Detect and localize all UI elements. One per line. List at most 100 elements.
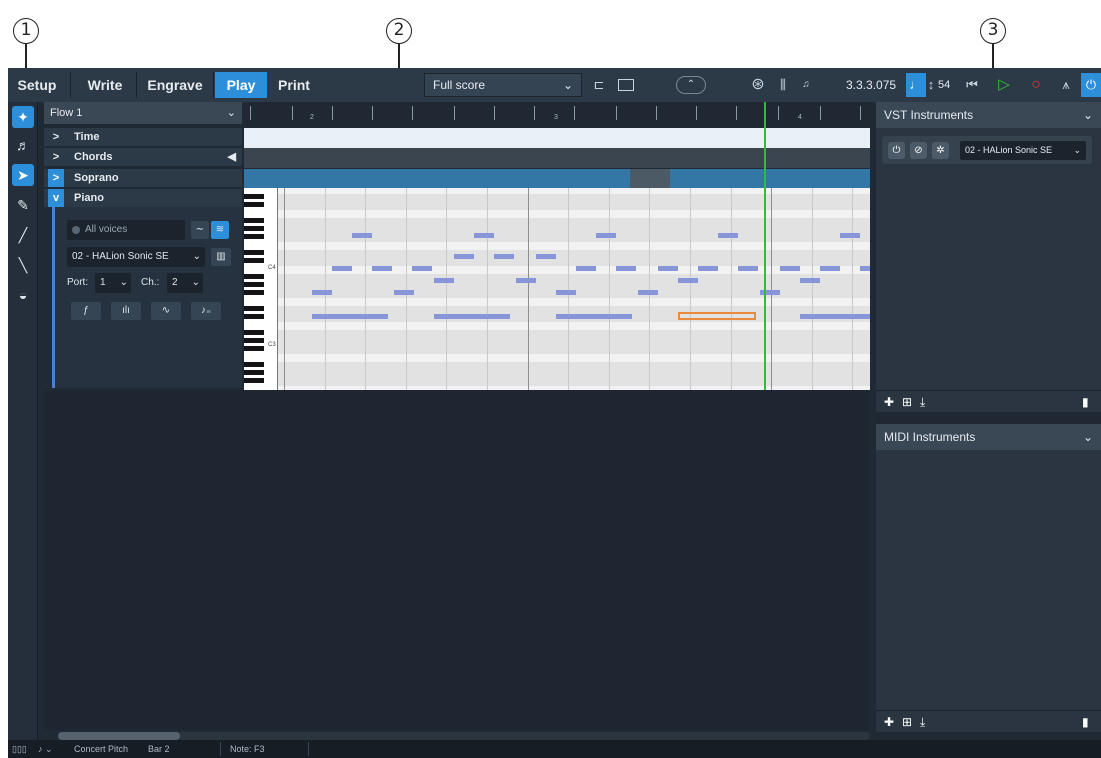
expand-arrow-icon[interactable]: v xyxy=(48,189,64,207)
wave-icon[interactable]: ≋ xyxy=(211,221,229,239)
midi-note[interactable] xyxy=(412,266,432,271)
chords-track-lane[interactable] xyxy=(244,148,870,168)
midi-note[interactable] xyxy=(434,278,454,283)
track-chords[interactable]: > Chords ◀ xyxy=(44,148,242,166)
midi-icon[interactable]: ♫ xyxy=(798,73,814,97)
black-key[interactable] xyxy=(244,218,264,223)
midi-note[interactable] xyxy=(576,266,596,271)
draw-tool-icon[interactable]: ✎ xyxy=(12,194,34,216)
midi-note[interactable] xyxy=(800,314,870,319)
expand-arrow-icon[interactable]: > xyxy=(48,128,64,146)
tab-play[interactable]: Play xyxy=(215,72,267,98)
midi-note[interactable] xyxy=(556,290,576,295)
instrument-select[interactable]: 02 - HALion Sonic SE ⌄ xyxy=(67,247,205,267)
black-key[interactable] xyxy=(244,362,264,367)
tab-write[interactable]: Write xyxy=(80,72,130,98)
concert-pitch-label[interactable]: Concert Pitch xyxy=(74,740,128,758)
midi-note[interactable] xyxy=(474,233,494,238)
midi-note[interactable] xyxy=(556,314,632,319)
black-key[interactable] xyxy=(244,226,264,231)
piano-keys-icon[interactable]: ▥ xyxy=(211,248,231,266)
black-key[interactable] xyxy=(244,234,264,239)
black-key[interactable] xyxy=(244,274,264,279)
tempo-lane-icon[interactable]: ♪₌ xyxy=(191,302,221,320)
expand-arrow-icon[interactable]: > xyxy=(48,169,64,187)
tab-engrave[interactable]: Engrave xyxy=(142,72,208,98)
galley-view-icon[interactable]: ⊏ xyxy=(588,73,610,97)
midi-note[interactable] xyxy=(494,254,514,259)
add-icon[interactable]: ✚ xyxy=(884,393,894,411)
layout-select[interactable]: Full score ⌄ xyxy=(424,73,582,97)
erase-tool-icon[interactable]: ◒ xyxy=(12,284,34,306)
play-icon[interactable]: ▷ xyxy=(994,73,1014,97)
view-options-icon[interactable]: ▯▯▯ xyxy=(12,740,27,758)
black-key[interactable] xyxy=(244,306,264,311)
midi-note[interactable] xyxy=(312,314,388,319)
timeline-ruler[interactable]: 2 3 4 xyxy=(244,102,870,126)
add-multiple-icon[interactable]: ⊞ xyxy=(902,393,912,411)
midi-note[interactable] xyxy=(760,290,780,295)
black-key[interactable] xyxy=(244,338,264,343)
trash-icon[interactable]: ▮ xyxy=(1082,713,1089,731)
midi-note[interactable] xyxy=(658,266,678,271)
midi-instruments-header[interactable]: MIDI Instruments ⌄ xyxy=(876,424,1101,450)
midi-note[interactable] xyxy=(332,266,352,271)
midi-note[interactable] xyxy=(596,233,616,238)
mixer-icon[interactable]: ⫼ xyxy=(772,73,794,97)
tempo-value[interactable]: 54 xyxy=(938,73,950,97)
trash-icon[interactable]: ▮ xyxy=(1082,393,1089,411)
line-tool-icon[interactable]: ╱ xyxy=(12,224,34,246)
horizontal-scrollbar[interactable] xyxy=(58,732,870,740)
midi-note[interactable] xyxy=(536,254,556,259)
black-key[interactable] xyxy=(244,290,264,295)
import-icon[interactable]: ⤓ xyxy=(920,393,925,411)
channel-select[interactable]: 2 ⌄ xyxy=(167,273,203,293)
midi-note[interactable] xyxy=(698,266,718,271)
black-key[interactable] xyxy=(244,202,264,207)
note-duration-icon[interactable]: ♪ ⌄ xyxy=(38,740,53,758)
import-icon[interactable]: ⤓ xyxy=(920,713,925,731)
soprano-track-lane[interactable] xyxy=(244,169,870,188)
black-key[interactable] xyxy=(244,258,264,263)
add-multiple-icon[interactable]: ⊞ xyxy=(902,713,912,731)
black-key[interactable] xyxy=(244,330,264,335)
black-key[interactable] xyxy=(244,346,264,351)
track-soprano[interactable]: > Soprano xyxy=(44,169,242,187)
black-key[interactable] xyxy=(244,378,264,383)
expand-arrow-icon[interactable]: > xyxy=(48,148,64,166)
track-time[interactable]: > Time xyxy=(44,128,242,146)
black-key[interactable] xyxy=(244,370,264,375)
midi-note[interactable] xyxy=(678,278,698,283)
midi-note[interactable] xyxy=(616,266,636,271)
midi-note[interactable] xyxy=(718,233,738,238)
note-tempo-icon[interactable]: ♩ xyxy=(906,73,926,97)
midi-note[interactable] xyxy=(516,278,536,283)
midi-note[interactable] xyxy=(372,266,392,271)
midi-note[interactable] xyxy=(840,233,860,238)
collapse-icon[interactable]: ⌃ xyxy=(676,76,706,94)
midi-note[interactable] xyxy=(780,266,800,271)
metronome-icon[interactable]: ⩚ xyxy=(1056,73,1076,97)
rewind-icon[interactable]: ⏮ xyxy=(962,73,982,97)
curve-icon[interactable]: ∼ xyxy=(191,221,209,239)
bypass-icon[interactable]: ⊘ xyxy=(910,142,927,159)
record-icon[interactable]: ○ xyxy=(1026,73,1046,97)
music-note-icon[interactable]: ♬ xyxy=(12,134,34,156)
tab-print[interactable]: Print xyxy=(270,72,318,98)
scrollbar-thumb[interactable] xyxy=(58,732,180,740)
page-view-icon[interactable] xyxy=(614,73,638,97)
midi-note[interactable] xyxy=(860,266,870,271)
vst-instruments-header[interactable]: VST Instruments ⌄ xyxy=(876,102,1101,128)
track-piano[interactable]: v Piano xyxy=(44,189,242,207)
velocity-lane-icon[interactable]: ılı xyxy=(111,302,141,320)
black-key[interactable] xyxy=(244,250,264,255)
port-select[interactable]: 1 ⌄ xyxy=(95,273,131,293)
flow-select[interactable]: Flow 1 ⌄ xyxy=(44,102,242,124)
midi-note[interactable] xyxy=(820,266,840,271)
select-tool-icon[interactable]: ➤ xyxy=(12,164,34,186)
midi-note[interactable] xyxy=(454,254,474,259)
midi-note[interactable] xyxy=(800,278,820,283)
playhead[interactable] xyxy=(764,102,766,390)
midi-note[interactable] xyxy=(638,290,658,295)
midi-note[interactable] xyxy=(312,290,332,295)
